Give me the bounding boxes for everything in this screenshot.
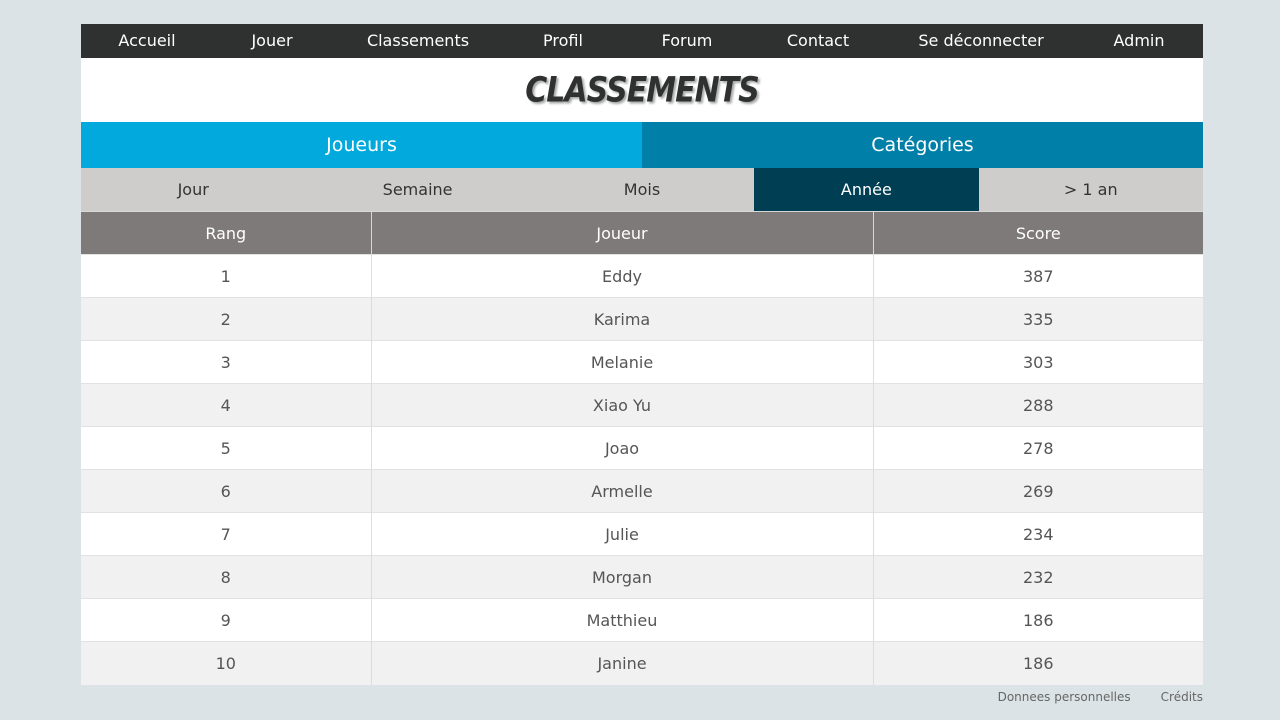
score-cell: 186 xyxy=(872,598,1203,642)
table-row: 3 Melanie 303 xyxy=(81,340,1203,384)
nav-forum[interactable]: Forum xyxy=(662,24,713,58)
top-navigation: Accueil Jouer Classements Profil Forum C… xyxy=(81,24,1203,58)
table-row: 2 Karima 335 xyxy=(81,297,1203,341)
title-bar: CLASSEMENTS xyxy=(81,58,1203,122)
score-cell: 278 xyxy=(872,426,1203,470)
rank-cell: 7 xyxy=(81,512,371,556)
period-tab-jour[interactable]: Jour xyxy=(81,168,305,211)
score-cell: 232 xyxy=(872,555,1203,599)
player-cell: Joao xyxy=(370,426,873,470)
table-header-row: Rang Joueur Score xyxy=(81,211,1203,255)
table-row: 7 Julie 234 xyxy=(81,512,1203,556)
table-row: 4 Xiao Yu 288 xyxy=(81,383,1203,427)
score-cell: 335 xyxy=(872,297,1203,341)
score-cell: 269 xyxy=(872,469,1203,513)
score-cell: 186 xyxy=(872,641,1203,685)
nav-accueil[interactable]: Accueil xyxy=(118,24,175,58)
period-tab-plus-1-an[interactable]: > 1 an xyxy=(979,168,1203,211)
footer: Donnees personnelles Crédits xyxy=(998,690,1203,704)
tab-categories[interactable]: Catégories xyxy=(642,122,1203,168)
rank-cell: 9 xyxy=(81,598,371,642)
nav-contact[interactable]: Contact xyxy=(787,24,849,58)
player-cell: Morgan xyxy=(370,555,873,599)
column-header-rang: Rang xyxy=(81,211,371,255)
player-cell: Eddy xyxy=(370,254,873,298)
column-header-score: Score xyxy=(872,211,1203,255)
score-cell: 288 xyxy=(872,383,1203,427)
nav-logout[interactable]: Se déconnecter xyxy=(918,24,1043,58)
footer-privacy-link[interactable]: Donnees personnelles xyxy=(998,690,1131,704)
tab-joueurs[interactable]: Joueurs xyxy=(81,122,642,168)
nav-classements[interactable]: Classements xyxy=(367,24,469,58)
player-cell: Matthieu xyxy=(370,598,873,642)
period-tab-semaine[interactable]: Semaine xyxy=(305,168,529,211)
column-header-joueur: Joueur xyxy=(370,211,873,255)
rank-cell: 1 xyxy=(81,254,371,298)
period-tab-annee[interactable]: Année xyxy=(754,168,979,211)
score-cell: 387 xyxy=(872,254,1203,298)
player-cell: Melanie xyxy=(370,340,873,384)
table-row: 5 Joao 278 xyxy=(81,426,1203,470)
rank-cell: 3 xyxy=(81,340,371,384)
nav-jouer[interactable]: Jouer xyxy=(251,24,292,58)
table-row: 6 Armelle 269 xyxy=(81,469,1203,513)
table-row: 9 Matthieu 186 xyxy=(81,598,1203,642)
rank-cell: 5 xyxy=(81,426,371,470)
page-container: Accueil Jouer Classements Profil Forum C… xyxy=(81,24,1203,685)
nav-profil[interactable]: Profil xyxy=(543,24,583,58)
player-cell: Armelle xyxy=(370,469,873,513)
nav-admin[interactable]: Admin xyxy=(1114,24,1165,58)
table-row: 1 Eddy 387 xyxy=(81,254,1203,298)
main-tabs: Joueurs Catégories xyxy=(81,122,1203,168)
rank-cell: 10 xyxy=(81,641,371,685)
rank-cell: 6 xyxy=(81,469,371,513)
footer-credits-link[interactable]: Crédits xyxy=(1161,690,1203,704)
score-cell: 234 xyxy=(872,512,1203,556)
rank-cell: 4 xyxy=(81,383,371,427)
score-cell: 303 xyxy=(872,340,1203,384)
rank-cell: 8 xyxy=(81,555,371,599)
player-cell: Xiao Yu xyxy=(370,383,873,427)
player-cell: Julie xyxy=(370,512,873,556)
player-cell: Karima xyxy=(370,297,873,341)
page-title: CLASSEMENTS xyxy=(525,69,760,111)
rank-cell: 2 xyxy=(81,297,371,341)
ranking-table: Rang Joueur Score 1 Eddy 387 2 Karima 33… xyxy=(81,211,1203,685)
period-tabs: Jour Semaine Mois Année > 1 an xyxy=(81,168,1203,211)
table-body: 1 Eddy 387 2 Karima 335 3 Melanie 303 4 … xyxy=(81,254,1203,685)
table-row: 10 Janine 186 xyxy=(81,641,1203,685)
table-row: 8 Morgan 232 xyxy=(81,555,1203,599)
player-cell: Janine xyxy=(370,641,873,685)
period-tab-mois[interactable]: Mois xyxy=(530,168,754,211)
